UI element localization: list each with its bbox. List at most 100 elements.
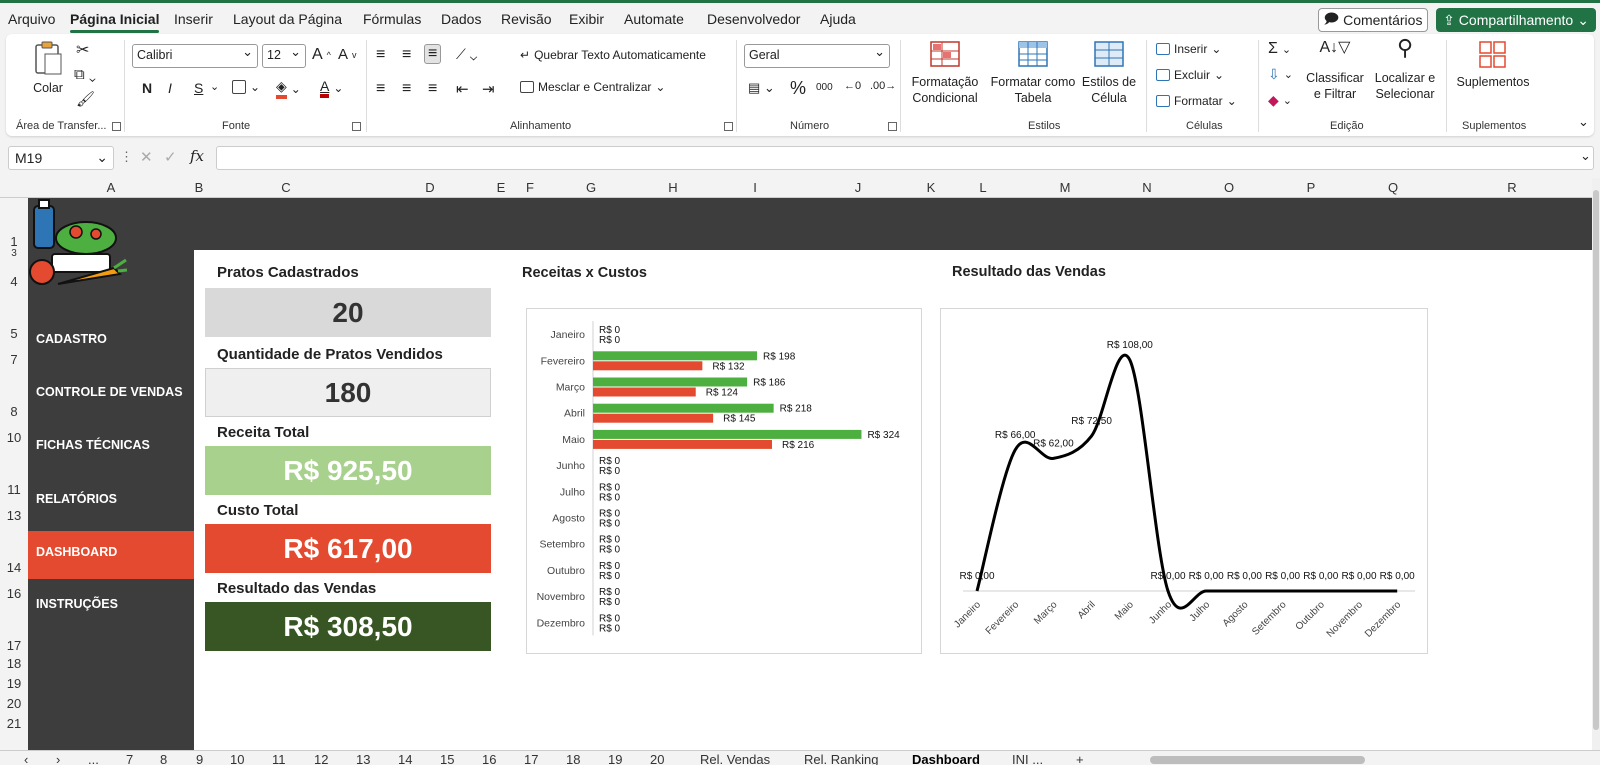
sheet-tab[interactable]: 15 — [440, 752, 454, 765]
tab-layout[interactable]: Layout da Página — [233, 11, 342, 27]
font-color-icon[interactable]: A ⌄ — [320, 78, 343, 98]
sheet-tab[interactable]: 8 — [160, 752, 167, 765]
sheet-tab[interactable]: 7 — [126, 752, 133, 765]
enter-icon[interactable]: ✓ — [164, 148, 177, 166]
col-header[interactable]: N — [1106, 180, 1188, 195]
col-header[interactable]: I — [714, 180, 796, 195]
fill-color-icon[interactable]: ◈ ⌄ — [276, 78, 301, 99]
row-header[interactable]: 19 — [0, 676, 28, 691]
font-launcher-icon[interactable] — [352, 122, 361, 131]
comments-button[interactable]: 🗩 Comentários — [1318, 8, 1428, 32]
nav-cadastro[interactable]: CADASTRO — [28, 318, 194, 366]
col-header[interactable]: G — [550, 180, 632, 195]
paste-button[interactable]: Colar — [26, 40, 70, 96]
col-header[interactable]: M — [1024, 180, 1106, 195]
scroll-right-icon[interactable]: › — [56, 752, 60, 765]
col-header[interactable]: J — [796, 180, 920, 195]
row-header[interactable]: 17 — [0, 638, 28, 653]
tab-desenvolvedor[interactable]: Desenvolvedor — [707, 11, 800, 27]
chevron-down-icon[interactable]: ⌄ — [210, 80, 219, 93]
tab-formulas[interactable]: Fórmulas — [363, 11, 421, 27]
font-size-combo[interactable]: 12 — [262, 44, 306, 68]
percent-button[interactable]: % — [790, 78, 806, 99]
bold-button[interactable]: N — [142, 80, 152, 96]
row-header[interactable]: 3 — [0, 248, 28, 259]
insert-function-button[interactable]: fx — [190, 147, 204, 165]
currency-icon[interactable]: ▤ ⌄ — [748, 80, 775, 96]
sheet-tab[interactable]: 9 — [196, 752, 203, 765]
sheet-tab[interactable]: 20 — [650, 752, 664, 765]
sheet-tab[interactable]: 10 — [230, 752, 244, 765]
cell-styles-button[interactable]: Estilos de Célula — [1078, 40, 1140, 106]
increase-decimal-icon[interactable]: ←0 — [844, 80, 861, 92]
delete-cells-button[interactable]: Excluir ⌄ — [1156, 68, 1224, 82]
row-header[interactable]: 13 — [0, 508, 28, 523]
tab-exibir[interactable]: Exibir — [569, 11, 604, 27]
col-header[interactable]: P — [1270, 180, 1352, 195]
insert-cells-button[interactable]: Inserir ⌄ — [1156, 42, 1221, 56]
align-middle-icon[interactable]: ≡ — [402, 46, 411, 64]
row-header[interactable]: 4 — [0, 274, 28, 289]
formula-input[interactable] — [216, 146, 1594, 170]
orientation-icon[interactable]: ⟋ ⌄ — [456, 46, 477, 63]
col-header[interactable]: A — [28, 180, 194, 195]
align-center-icon[interactable]: ≡ — [402, 80, 411, 98]
sheet-tab[interactable]: Rel. Vendas — [700, 752, 770, 765]
row-header[interactable]: 16 — [0, 586, 28, 601]
sheet-tab[interactable]: INI ... — [1012, 752, 1043, 765]
row-header[interactable]: 18 — [0, 656, 28, 671]
row-header[interactable]: 11 — [0, 482, 28, 497]
row-header[interactable]: 21 — [0, 716, 28, 731]
underline-button[interactable]: S — [194, 80, 203, 96]
nav-relatorios[interactable]: RELATÓRIOS — [28, 478, 194, 526]
sheet-tab[interactable]: 11 — [272, 752, 286, 765]
row-header[interactable]: 8 — [0, 404, 28, 419]
row-header[interactable]: 1 — [0, 234, 28, 249]
col-header[interactable]: D — [368, 180, 492, 195]
align-right-icon[interactable]: ≡ — [428, 80, 437, 98]
horizontal-scrollbar[interactable] — [1150, 756, 1365, 764]
col-header[interactable]: O — [1188, 180, 1270, 195]
sort-filter-button[interactable]: A↓▽ Classificar e Filtrar — [1304, 40, 1366, 102]
row-header[interactable]: 7 — [0, 352, 28, 367]
tab-pagina-inicial[interactable]: Página Inicial — [70, 11, 160, 33]
tab-revisao[interactable]: Revisão — [501, 11, 552, 27]
more-icon[interactable]: ⋮ — [120, 149, 133, 165]
scroll-thumb[interactable] — [1593, 190, 1599, 730]
line-chart-frame[interactable]: R$ 0,00 Janeiro R$ 66,00 Fevereiro R$ 62,00 M… — [940, 308, 1428, 654]
font-shrink-icon[interactable]: Av — [338, 46, 357, 63]
col-header[interactable]: H — [632, 180, 714, 195]
col-header[interactable]: K — [920, 180, 942, 195]
collapse-ribbon-icon[interactable]: ⌄ — [1578, 114, 1589, 130]
borders-icon[interactable]: ⌄ — [232, 80, 260, 94]
font-name-combo[interactable]: Calibri — [132, 44, 258, 68]
name-box[interactable]: M19 ⌄ — [8, 146, 114, 170]
col-header[interactable]: C — [204, 180, 368, 195]
find-select-button[interactable]: ⚲ Localizar e Selecionar — [1368, 37, 1442, 102]
align-left-icon[interactable]: ≡ — [376, 80, 385, 98]
sheet-tab[interactable]: Rel. Ranking — [804, 752, 878, 765]
thousands-button[interactable]: 000 — [816, 82, 833, 93]
col-header[interactable]: R — [1434, 180, 1590, 195]
autosum-icon[interactable]: Σ ⌄ — [1268, 40, 1291, 58]
row-header[interactable]: 5 — [0, 326, 28, 341]
format-as-table-button[interactable]: Formatar como Tabela — [988, 40, 1078, 106]
font-grow-icon[interactable]: A ^ — [312, 46, 331, 64]
sheet-tab[interactable]: 17 — [524, 752, 538, 765]
vertical-scrollbar[interactable] — [1592, 178, 1600, 750]
clipboard-launcher-icon[interactable] — [112, 122, 121, 131]
tab-dados[interactable]: Dados — [441, 11, 481, 27]
sheet-tab[interactable]: 19 — [608, 752, 622, 765]
row-header[interactable]: 20 — [0, 696, 28, 711]
col-header[interactable]: F — [510, 180, 550, 195]
nav-controle-de-vendas[interactable]: CONTROLE DE VENDAS — [28, 371, 194, 419]
format-cells-button[interactable]: Formatar ⌄ — [1156, 94, 1237, 108]
tab-automate[interactable]: Automate — [624, 11, 684, 27]
sheet-tab[interactable]: 13 — [356, 752, 370, 765]
col-header[interactable]: L — [942, 180, 1024, 195]
tab-arquivo[interactable]: Arquivo — [8, 11, 55, 27]
number-format-combo[interactable]: Geral — [744, 44, 890, 68]
bar-chart-frame[interactable]: Janeiro R$ 0 R$ 0 Fevereiro R$ 198 R$ 132 Març… — [526, 308, 922, 654]
alignment-launcher-icon[interactable] — [724, 122, 733, 131]
clear-icon[interactable]: ◆ ⌄ — [1268, 92, 1292, 109]
